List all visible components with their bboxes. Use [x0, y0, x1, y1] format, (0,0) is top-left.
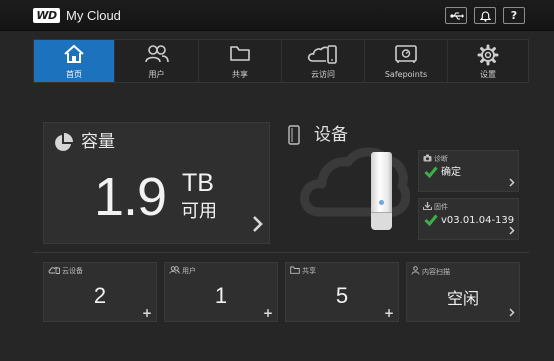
cloud-access-icon	[307, 45, 337, 64]
add-share-button[interactable]: +	[384, 306, 394, 320]
cloud-icon	[300, 147, 410, 217]
usb-button[interactable]	[445, 7, 467, 24]
tile-header: 用户	[169, 266, 196, 276]
tile-label: 用户	[182, 267, 196, 275]
tile-value: 5	[335, 283, 349, 308]
tile-label: 云设备	[62, 267, 83, 275]
usb-icon	[450, 12, 464, 20]
users-icon	[144, 45, 169, 63]
add-cloud-device-button[interactable]: +	[142, 306, 152, 320]
nav-label-users: 用户	[148, 70, 165, 79]
diagnostics-value: 确定	[441, 167, 461, 178]
section-divider	[33, 252, 529, 253]
chevron-right-icon[interactable]	[252, 215, 264, 233]
capacity-value: 1.9	[94, 167, 167, 227]
wd-logo: WD	[33, 8, 60, 23]
device-base	[371, 212, 392, 230]
folder-icon	[230, 46, 250, 61]
check-icon	[424, 166, 438, 178]
camera-icon	[423, 154, 432, 162]
tile-value: 空闲	[446, 289, 479, 308]
pie-chart-icon	[55, 133, 73, 151]
home-icon	[64, 44, 84, 63]
chevron-right-icon[interactable]	[509, 308, 515, 317]
cloud-device-icon	[48, 266, 60, 274]
firmware-label: 固件	[434, 203, 448, 211]
capacity-panel[interactable]: 容量 1.9 TB 可用	[43, 122, 270, 244]
capacity-title: 容量	[81, 132, 115, 152]
nav-item-users[interactable]: 用户	[115, 40, 199, 82]
nav-item-settings[interactable]: 设置	[448, 40, 528, 82]
help-button[interactable]: ?	[503, 7, 525, 24]
capacity-unit: TB	[182, 169, 214, 197]
chevron-right-icon[interactable]	[509, 226, 515, 235]
nav-label-cloud-access: 云访问	[311, 70, 335, 79]
shares-tile[interactable]: 共享 5 +	[285, 262, 399, 322]
nav-label-settings: 设置	[480, 70, 496, 79]
nav-item-safepoints[interactable]: Safepoints	[365, 40, 448, 82]
tile-label: 内容扫描	[422, 268, 450, 276]
top-bar: WD My Cloud ?	[0, 0, 554, 31]
tile-label: 共享	[302, 267, 316, 275]
safe-icon	[395, 45, 417, 63]
users-tile[interactable]: 用户 1 +	[164, 262, 278, 322]
gear-icon	[477, 44, 499, 66]
bell-icon	[479, 11, 492, 22]
capacity-status: 可用	[181, 201, 217, 222]
firmware-value: v03.01.04-139	[441, 215, 515, 226]
nav-label-shares: 共享	[232, 70, 248, 79]
users-icon	[169, 266, 180, 274]
download-icon	[423, 202, 432, 210]
main-nav: 首页 用户 共享 云访问 Safepoints 设置	[33, 39, 529, 83]
app-title: My Cloud	[66, 8, 121, 23]
firmware-panel[interactable]: 固件 v03.01.04-139	[418, 198, 519, 240]
cloud-devices-tile[interactable]: 云设备 2 +	[43, 262, 157, 322]
check-icon	[424, 214, 438, 226]
diagnostics-header: 诊断	[423, 154, 448, 164]
tile-header: 内容扫描	[411, 266, 450, 277]
tile-value: 1	[214, 283, 228, 308]
nav-label-home: 首页	[66, 70, 82, 79]
nav-label-safepoints: Safepoints	[384, 70, 428, 79]
tile-header: 共享	[290, 266, 316, 276]
nav-item-shares[interactable]: 共享	[199, 40, 282, 82]
chevron-right-icon[interactable]	[509, 178, 515, 187]
folder-icon	[290, 266, 300, 274]
nav-item-cloud-access[interactable]: 云访问	[282, 40, 365, 82]
diagnostics-panel[interactable]: 诊断 确定	[418, 150, 519, 192]
add-user-button[interactable]: +	[263, 306, 273, 320]
media-scan-icon	[411, 266, 420, 275]
media-scan-tile[interactable]: 内容扫描 空闲	[406, 262, 520, 322]
nav-item-home[interactable]: 首页	[34, 40, 115, 82]
tile-header: 云设备	[48, 266, 83, 276]
alerts-button[interactable]	[474, 7, 496, 24]
firmware-header: 固件	[423, 202, 448, 212]
tile-value: 2	[93, 283, 107, 308]
device-led	[379, 200, 384, 205]
diagnostics-label: 诊断	[434, 155, 448, 163]
help-icon: ?	[510, 9, 518, 22]
